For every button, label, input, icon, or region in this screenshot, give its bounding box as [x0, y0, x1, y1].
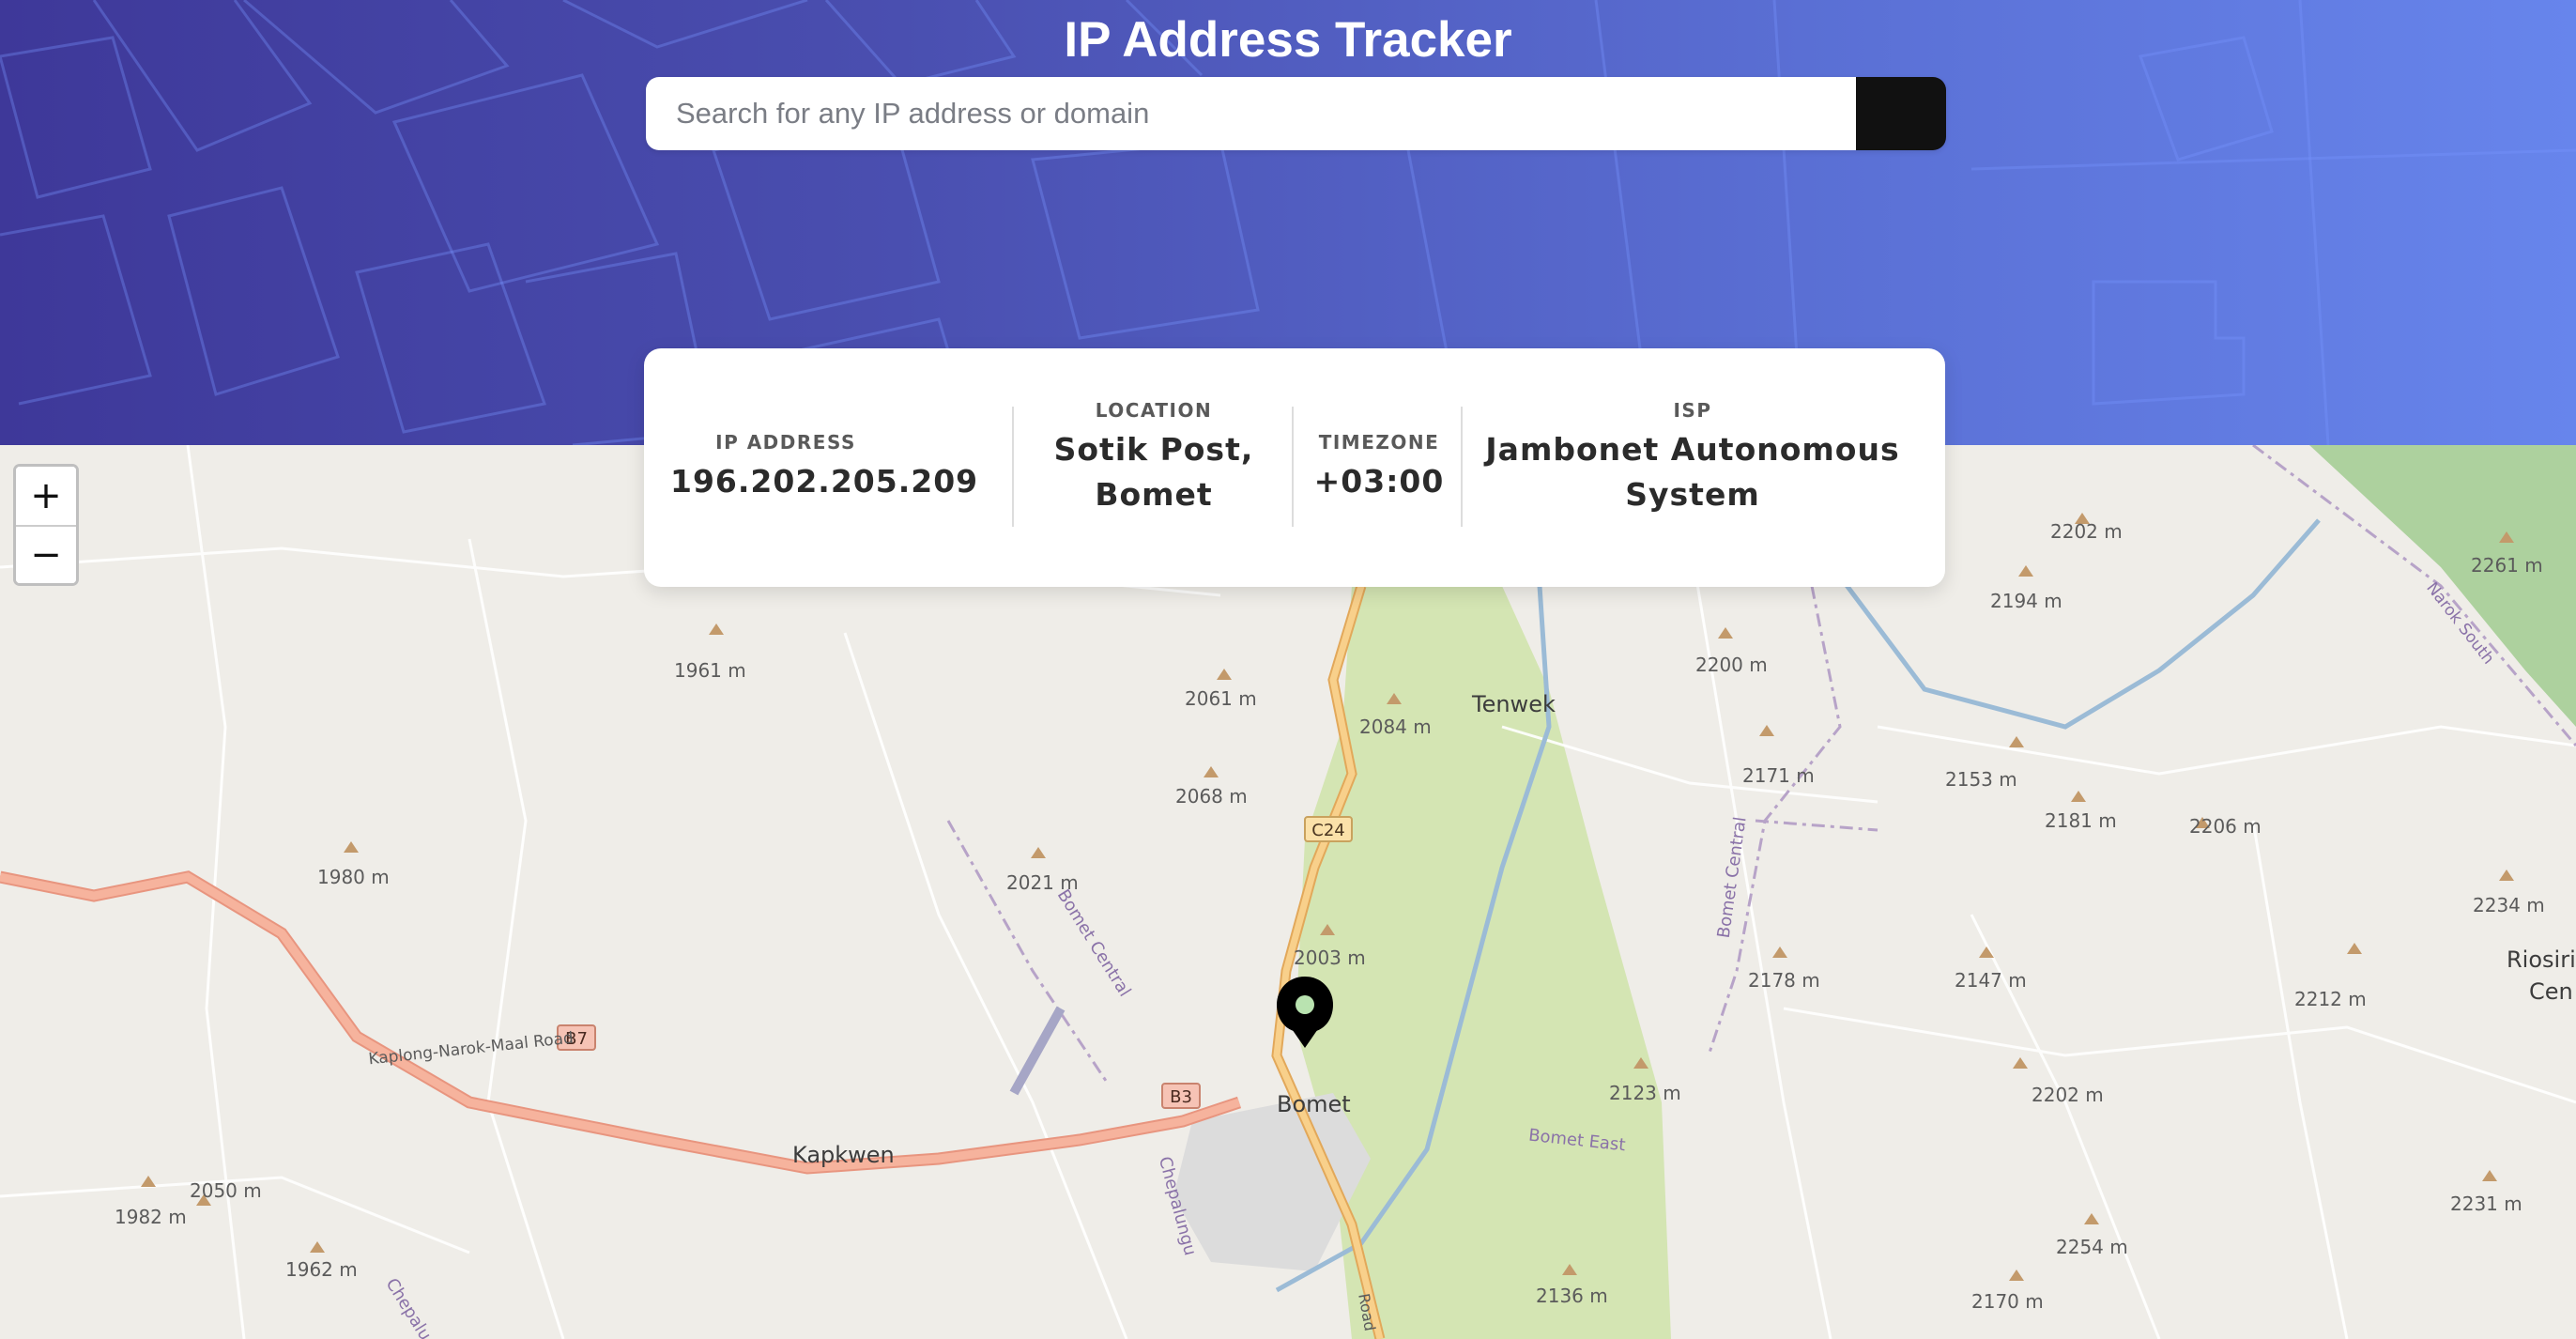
ip-address-value: 196.202.205.209 [670, 463, 979, 500]
peak-label: 1962 m [285, 1258, 358, 1281]
peak-label: 2147 m [1955, 969, 2027, 992]
svg-text:B3: B3 [1170, 1087, 1192, 1107]
location-line-1: Sotik Post, [1053, 431, 1254, 468]
zoom-control: + − [13, 464, 79, 586]
timezone-section: TIMEZONE +03:00 [1296, 431, 1463, 504]
divider [1292, 407, 1294, 527]
peak-label: 2178 m [1748, 969, 1820, 992]
location-value: Sotik Post, Bomet [1016, 427, 1292, 517]
isp-line-2: System [1625, 476, 1760, 513]
isp-line-1: Jambonet Autonomous [1485, 431, 1900, 468]
peak-label: 1980 m [317, 866, 390, 888]
place-label-bomet: Bomet [1277, 1091, 1351, 1117]
peak-label: 2261 m [2471, 554, 2543, 577]
isp-value: Jambonet Autonomous System [1464, 427, 1921, 517]
svg-text:C24: C24 [1311, 821, 1344, 840]
peak-label: 2170 m [1971, 1290, 2044, 1313]
peak-label: 1961 m [674, 659, 746, 682]
peak-label: 2202 m [2050, 520, 2123, 543]
peak-label: 2194 m [1990, 590, 2062, 612]
search-bar [646, 77, 1946, 150]
peak-label: 2171 m [1742, 764, 1815, 787]
isp-label: ISP [1673, 399, 1712, 422]
location-label: LOCATION [1095, 399, 1213, 422]
timezone-label: TIMEZONE [1318, 431, 1440, 454]
place-label-cen: Cen [2529, 978, 2573, 1005]
peak-label: 2234 m [2473, 894, 2545, 916]
page-title: IP Address Tracker [1064, 12, 1512, 68]
zoom-in-button[interactable]: + [16, 467, 76, 525]
peak-label: 2068 m [1175, 785, 1248, 808]
submit-button[interactable] [648, 77, 1946, 150]
timezone-value: +03:00 [1313, 463, 1445, 500]
peak-label: 2153 m [1945, 768, 2017, 791]
place-label-kapkwen: Kapkwen [792, 1142, 895, 1168]
divider [1012, 407, 1014, 527]
zoom-out-button[interactable]: − [16, 525, 76, 583]
peak-label: 2084 m [1359, 716, 1432, 738]
isp-section: ISP Jambonet Autonomous System [1464, 399, 1921, 517]
place-label-riosiri: Riosiri [2507, 947, 2576, 973]
peak-label: 2231 m [2450, 1193, 2522, 1215]
peak-label: 2123 m [1609, 1082, 1681, 1104]
peak-label: 2050 m [190, 1179, 262, 1202]
road-shield-b3: B3 [1161, 1083, 1201, 1109]
peak-label: 2206 m [2189, 815, 2262, 838]
peak-label: 1982 m [115, 1206, 187, 1228]
search-input[interactable] [646, 77, 1856, 150]
ip-info-card: IP ADDRESS 196.202.205.209 LOCATION Soti… [644, 348, 1945, 587]
chevron-right-icon [648, 78, 667, 108]
peak-label: 2212 m [2294, 988, 2367, 1010]
divider [1461, 407, 1463, 527]
peak-label: 2200 m [1695, 654, 1768, 676]
peak-label: 2061 m [1185, 687, 1257, 710]
location-line-2: Bomet [1095, 476, 1213, 513]
peak-label: 2021 m [1006, 871, 1079, 894]
ip-address-label: IP ADDRESS [715, 431, 856, 454]
road-shield-c24: C24 [1304, 816, 1353, 842]
peak-label: 2003 m [1294, 947, 1366, 969]
place-label-tenwek: Tenwek [1472, 691, 1556, 717]
ip-address-section: IP ADDRESS 196.202.205.209 [670, 431, 979, 504]
location-section: LOCATION Sotik Post, Bomet [1016, 399, 1292, 517]
peak-label: 2254 m [2056, 1236, 2128, 1258]
peak-label: 2202 m [2032, 1084, 2104, 1106]
peak-label: 2181 m [2045, 809, 2117, 832]
peak-label: 2136 m [1536, 1285, 1608, 1307]
